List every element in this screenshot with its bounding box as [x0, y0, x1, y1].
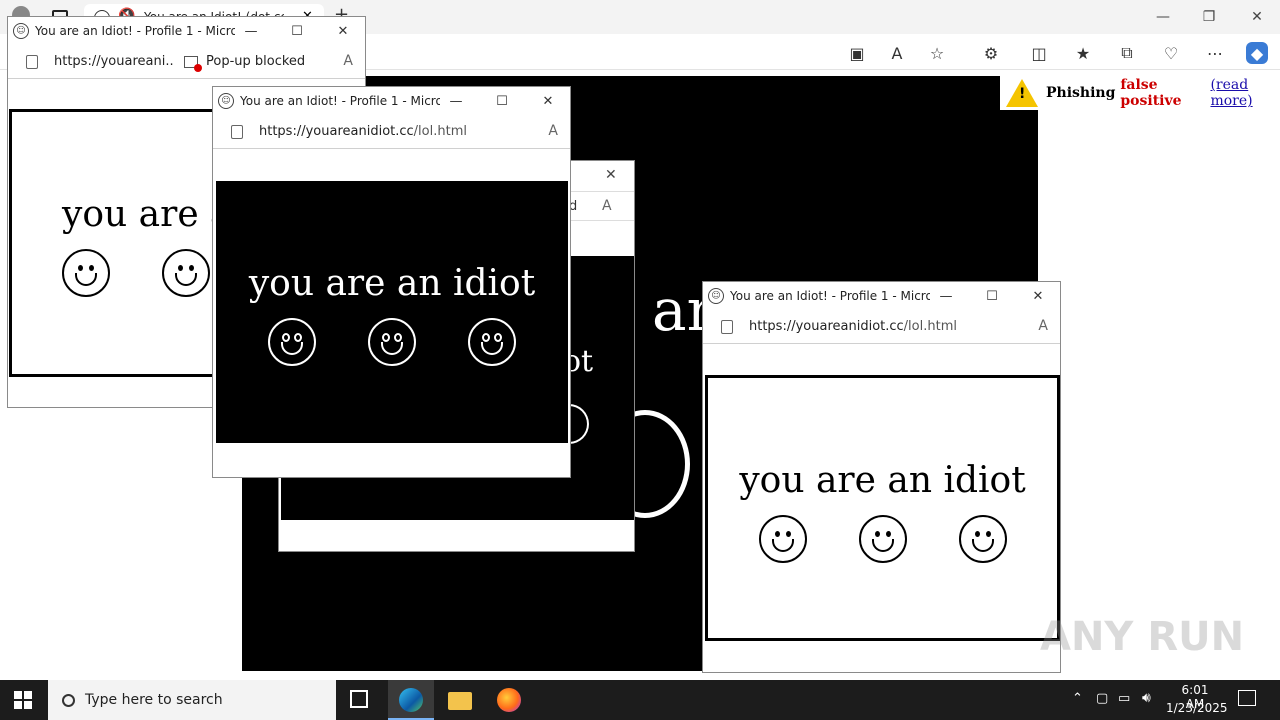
- popup-3-content: you are an idiot: [705, 375, 1060, 641]
- popup-3-titlebar[interactable]: ☺ You are an Idiot! - Profile 1 - Micro.…: [703, 282, 1060, 310]
- file-explorer-icon[interactable]: [448, 692, 472, 710]
- taskbar-search-placeholder: Type here to search: [85, 692, 223, 708]
- lock-icon: [26, 54, 38, 69]
- popup-1-url[interactable]: https://youareani...: [54, 54, 174, 69]
- popup-2-title: You are an Idiot! - Profile 1 - Micro...: [240, 94, 440, 108]
- smiley-icon: [62, 249, 110, 297]
- smiley-favicon-icon: ☺: [218, 93, 234, 109]
- popup-1-read-aloud-icon[interactable]: A: [343, 53, 353, 69]
- smiley-icon: [368, 318, 416, 366]
- favorite-star-icon[interactable]: ☆: [926, 42, 948, 64]
- network-icon[interactable]: ▭: [1118, 691, 1130, 706]
- start-button[interactable]: [14, 691, 32, 709]
- search-icon: [62, 693, 75, 707]
- popup-2-maximize-icon[interactable]: ☐: [493, 92, 511, 110]
- popup-2-close-icon[interactable]: ✕: [539, 92, 557, 110]
- popup-2-idiot-text: you are an idiot: [248, 263, 536, 304]
- popup-2-url[interactable]: https://youareanidiot.cc/lol.html: [259, 124, 467, 139]
- popup-3-close-icon[interactable]: ✕: [1029, 287, 1047, 305]
- copilot-icon[interactable]: ◆: [1246, 42, 1268, 64]
- popup-3-smileys: [758, 515, 1007, 563]
- popup-2-read-aloud-icon[interactable]: A: [548, 123, 558, 139]
- lock-icon: [721, 319, 733, 334]
- popup-1-addressbar[interactable]: https://youareani... Pop-up blocked A: [8, 45, 365, 79]
- more-menu-icon[interactable]: ⋯: [1204, 42, 1226, 64]
- popup-2-content: you are an idiot: [216, 181, 568, 443]
- popup-3-minimize-icon[interactable]: —: [937, 287, 955, 305]
- taskbar: Type here to search ⌃ ▢ ▭ 🔊︎ 6:01 AM 1/2…: [0, 680, 1280, 720]
- phishing-label: Phishing: [1046, 85, 1116, 101]
- popup-1-close-icon[interactable]: ✕: [334, 22, 352, 40]
- task-view-icon[interactable]: [350, 690, 368, 708]
- popup-window-2[interactable]: ☺ You are an Idiot! - Profile 1 - Micro.…: [212, 86, 571, 478]
- popup-2-smileys: [268, 318, 516, 366]
- smiley-icon: [958, 515, 1007, 563]
- notifications-icon[interactable]: [1238, 690, 1256, 706]
- popup-1-title: You are an Idiot! - Profile 1 - Micro...: [35, 24, 235, 38]
- edge-icon: [399, 688, 423, 712]
- popup-blocked-icon[interactable]: [184, 55, 202, 72]
- hidden-popup-read-aloud-icon[interactable]: A: [602, 198, 612, 214]
- popup-1-titlebar[interactable]: ☺ You are an Idiot! - Profile 1 - Micro.…: [8, 17, 365, 45]
- popup-3-maximize-icon[interactable]: ☐: [983, 287, 1001, 305]
- read-aloud-icon[interactable]: A: [886, 42, 908, 64]
- popup-3-read-aloud-icon[interactable]: A: [1038, 318, 1048, 334]
- lock-icon: [231, 124, 243, 139]
- collections-icon[interactable]: ⧉: [1116, 42, 1138, 64]
- smiley-icon: [268, 318, 316, 366]
- smiley-icon: [162, 249, 210, 297]
- popup-2-addressbar[interactable]: https://youareanidiot.cc/lol.html A: [213, 115, 570, 149]
- popup-window-3[interactable]: ☺ You are an Idiot! - Profile 1 - Micro.…: [702, 281, 1061, 673]
- restore-icon[interactable]: ❐: [1198, 6, 1220, 28]
- smiley-favicon-icon: ☺: [13, 23, 29, 39]
- hidden-popup-close-icon[interactable]: ✕: [605, 167, 617, 183]
- popup-2-titlebar[interactable]: ☺ You are an Idiot! - Profile 1 - Micro.…: [213, 87, 570, 115]
- anyrun-watermark: ANY RUN: [1040, 614, 1245, 660]
- popup-1-smileys: [62, 249, 210, 297]
- clock-date[interactable]: 1/23/2025: [1166, 701, 1228, 715]
- page-bg-text: an idi: [652, 276, 708, 344]
- taskbar-search-box[interactable]: Type here to search: [48, 680, 336, 720]
- popup-3-title: You are an Idiot! - Profile 1 - Micro...: [730, 289, 930, 303]
- smiley-icon: [468, 318, 516, 366]
- read-more-link[interactable]: (read more): [1210, 77, 1280, 109]
- device-icon[interactable]: ▢: [1096, 691, 1108, 706]
- popup-1-maximize-icon[interactable]: ☐: [288, 22, 306, 40]
- phishing-banner: ! Phishing false positive (read more): [1000, 76, 1280, 110]
- phishing-false-positive: false positive: [1120, 77, 1182, 109]
- favorites-icon[interactable]: ★: [1072, 42, 1094, 64]
- show-hidden-icons-icon[interactable]: ⌃: [1072, 691, 1083, 706]
- popup-blocked-icon[interactable]: ▣: [846, 42, 868, 64]
- smiley-icon: [758, 515, 807, 563]
- smiley-favicon-icon: ☺: [708, 288, 724, 304]
- edge-taskbar-button[interactable]: [388, 680, 434, 720]
- popup-3-url[interactable]: https://youareanidiot.cc/lol.html: [749, 319, 957, 334]
- warning-icon: !: [1006, 79, 1038, 107]
- popup-3-addressbar[interactable]: https://youareanidiot.cc/lol.html A: [703, 310, 1060, 344]
- popup-2-minimize-icon[interactable]: —: [447, 92, 465, 110]
- minimize-icon[interactable]: —: [1152, 6, 1174, 28]
- volume-icon[interactable]: 🔊︎: [1142, 690, 1151, 706]
- popup-3-idiot-text: you are an idiot: [739, 460, 1026, 501]
- extensions-icon[interactable]: ⚙: [980, 42, 1002, 64]
- split-screen-icon[interactable]: ◫: [1028, 42, 1050, 64]
- firefox-icon[interactable]: [497, 688, 521, 712]
- popup-blocked-label[interactable]: Pop-up blocked: [206, 54, 305, 69]
- popup-1-minimize-icon[interactable]: —: [242, 22, 260, 40]
- close-icon[interactable]: ✕: [1246, 6, 1268, 28]
- smiley-icon: [858, 515, 907, 563]
- performance-icon[interactable]: ♡: [1160, 42, 1182, 64]
